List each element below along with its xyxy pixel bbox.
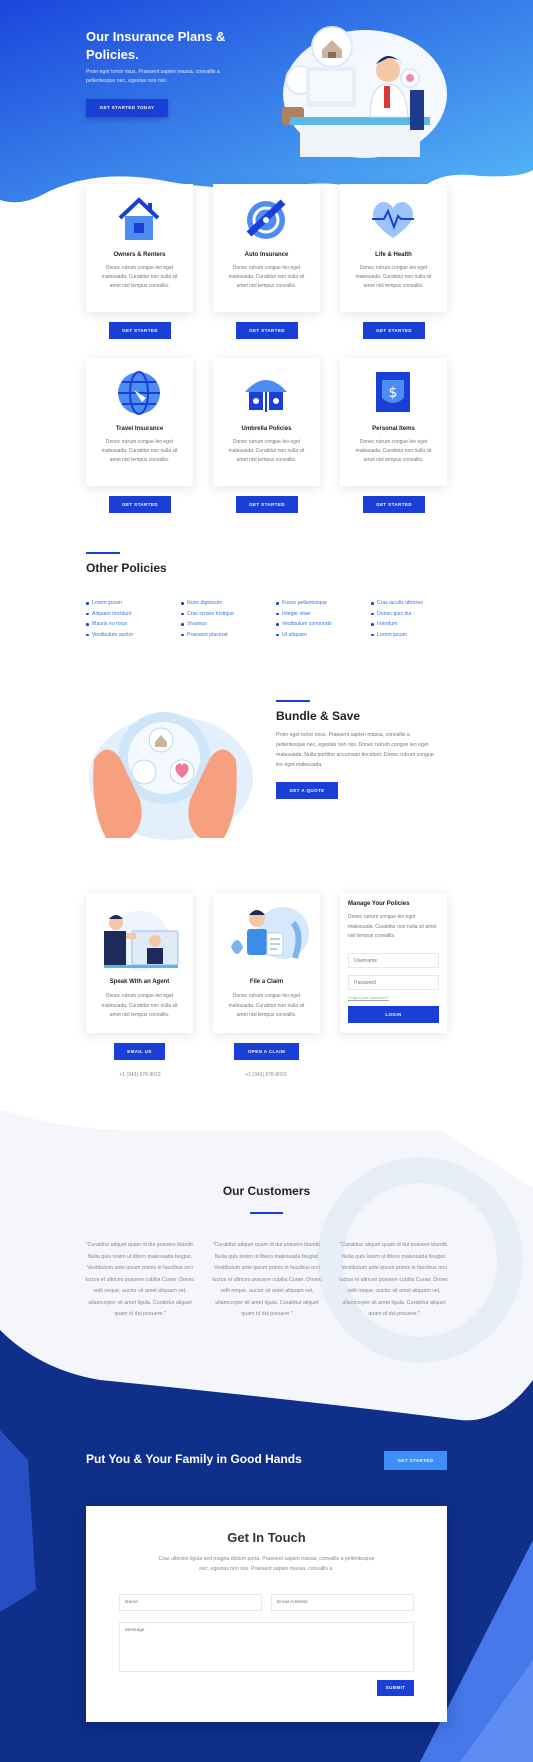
policy-list: Fusce pellentesque Integer vitae Vestibu… <box>276 598 366 640</box>
hands-protect-illustration <box>89 712 253 840</box>
get-started-button[interactable]: Get Started <box>236 322 298 339</box>
manage-policies-title: Manage Your Policies <box>348 901 410 907</box>
money-shield-icon: $ <box>376 372 410 412</box>
policy-link[interactable]: Aliquam tincidunt <box>86 609 176 620</box>
username-input[interactable] <box>348 953 439 968</box>
get-in-touch-heading: Get In Touch <box>227 1530 306 1545</box>
plan-card-personal-items: $ Personal Items Donec rutrum congue leo… <box>340 358 447 486</box>
umbrella-icon <box>245 380 287 412</box>
email-input[interactable] <box>271 1594 414 1611</box>
claim-phone: +1 (343) 678-9023 <box>245 1072 287 1078</box>
policy-link[interactable]: Vivamus <box>181 619 271 630</box>
policy-link[interactable]: Interdum <box>371 619 461 630</box>
policy-link[interactable]: Cras iaculis ultricies <box>371 598 461 609</box>
plan-title: Travel Insurance <box>115 426 164 432</box>
other-policies-heading: Other Policies <box>86 561 167 575</box>
password-input[interactable] <box>348 975 439 990</box>
plan-description: Donec rutrum congue leo eget malesuada. … <box>228 265 305 289</box>
plan-title: Umbrella Policies <box>241 426 292 432</box>
speak-agent-card: Speak With an Agent Donec rutrum congue … <box>86 893 193 1033</box>
get-started-today-button[interactable]: Get Started Today <box>86 99 168 117</box>
agent-phone: +1 (343) 678-9012 <box>119 1072 161 1078</box>
plan-card-life-health: Life & Health Donec rutrum congue leo eg… <box>340 184 447 312</box>
policy-link[interactable]: Vestibulum commodo <box>276 619 366 630</box>
plan-description: Donec rutrum congue leo eget malesuada. … <box>355 265 432 289</box>
policy-link[interactable]: Praesent placerat <box>181 630 271 641</box>
hero-title: Our Insurance Plans & Policies. <box>86 29 226 62</box>
policy-link[interactable]: Vestibulum auctor <box>86 630 176 641</box>
get-started-button[interactable]: Get Started <box>363 496 425 513</box>
policy-link[interactable]: Mauris eu risus <box>86 619 176 630</box>
card-description: Donec rutrum congue leo eget malesuada. … <box>101 993 178 1018</box>
plan-description: Donec rutrum congue leo eget malesuada. … <box>355 439 432 463</box>
get-started-footer-button[interactable]: Get Started <box>384 1451 447 1470</box>
policy-list: Lorem ipsum Aliquam tincidunt Mauris eu … <box>86 598 176 640</box>
heading-accent-bar <box>250 1212 283 1214</box>
plan-title: Auto Insurance <box>244 252 289 258</box>
get-a-quote-button[interactable]: Get A Quote <box>276 782 338 799</box>
car-shield-icon <box>246 199 286 239</box>
plan-description: Donec rutrum congue leo eget malesuada. … <box>101 439 178 463</box>
plan-title: Life & Health <box>375 252 412 258</box>
plan-card-auto: Auto Insurance Donec rutrum congue leo e… <box>213 184 320 312</box>
login-button[interactable]: Login <box>348 1006 439 1023</box>
get-in-touch-form: Get In Touch Cras ultricies ligula sed m… <box>86 1506 447 1722</box>
policy-link[interactable]: Integer vitae <box>276 609 366 620</box>
svg-text:$: $ <box>389 385 398 401</box>
policy-link[interactable]: Lorem ipsum <box>86 598 176 609</box>
family-heading: Put You & Your Family in Good Hands <box>86 1452 302 1466</box>
message-textarea[interactable] <box>119 1622 414 1672</box>
house-icon <box>118 197 160 240</box>
heading-accent-bar <box>86 552 120 554</box>
get-started-button[interactable]: Get Started <box>109 496 171 513</box>
claim-form-illustration <box>231 907 309 959</box>
plan-description: Donec rutrum congue leo eget malesuada. … <box>228 439 305 463</box>
get-started-button[interactable]: Get Started <box>109 322 171 339</box>
manage-policies-description: Donec rutrum congue leo eget malesuada. … <box>348 914 437 939</box>
customers-heading: Our Customers <box>222 1184 311 1198</box>
forgot-password-link[interactable]: Forgot your password? <box>348 995 389 1000</box>
policy-link[interactable]: Donec quis dui <box>371 609 461 620</box>
agents-meeting-illustration <box>104 911 179 971</box>
submit-button[interactable]: Submit <box>377 1680 414 1696</box>
plan-title: Owners & Renters <box>113 252 166 258</box>
hero-background <box>0 0 533 203</box>
get-in-touch-text: Cras ultricies ligula sed magna dictum p… <box>158 1556 375 1572</box>
policy-link[interactable]: Nunc dignissim <box>181 598 271 609</box>
hero-text: Proin eget tortor risus. Praesent sapien… <box>86 69 220 84</box>
policy-link[interactable]: Fusce pellentesque <box>276 598 366 609</box>
card-description: Donec rutrum congue leo eget malesuada. … <box>228 993 305 1018</box>
bundle-heading: Bundle & Save <box>276 709 361 723</box>
email-us-button[interactable]: Email Us <box>114 1043 165 1060</box>
name-input[interactable] <box>119 1594 262 1611</box>
policy-link[interactable]: Lorem ipsum <box>371 630 461 641</box>
card-title: File a Claim <box>249 979 284 985</box>
open-a-claim-button[interactable]: Open A Claim <box>234 1043 299 1060</box>
hero-section: Our Insurance Plans & Policies. Proin eg… <box>0 0 533 210</box>
bundle-text: Proin eget tortor risus. Praesent sapien… <box>276 732 434 768</box>
plan-title: Personal Items <box>372 426 415 432</box>
globe-icon <box>118 371 160 415</box>
plan-card-owners-renters: Owners & Renters Donec rutrum congue leo… <box>86 184 193 312</box>
file-claim-card: File a Claim Donec rutrum congue leo ege… <box>213 893 320 1033</box>
heart-pulse-icon <box>372 201 414 238</box>
policy-link[interactable]: Ut aliquam <box>276 630 366 641</box>
get-started-button[interactable]: Get Started <box>363 322 425 339</box>
plan-description: Donec rutrum congue leo eget malesuada. … <box>101 265 178 289</box>
policy-link[interactable]: Cras ornare tristique <box>181 609 271 620</box>
plan-card-umbrella: Umbrella Policies Donec rutrum congue le… <box>213 358 320 486</box>
plan-card-travel: Travel Insurance Donec rutrum congue leo… <box>86 358 193 486</box>
policy-list: Cras iaculis ultricies Donec quis dui In… <box>371 598 461 640</box>
office-agent-illustration <box>282 26 447 158</box>
policy-list: Nunc dignissim Cras ornare tristique Viv… <box>181 598 271 640</box>
card-title: Speak With an Agent <box>109 979 170 985</box>
get-started-button[interactable]: Get Started <box>236 496 298 513</box>
heading-accent-bar <box>276 700 310 702</box>
